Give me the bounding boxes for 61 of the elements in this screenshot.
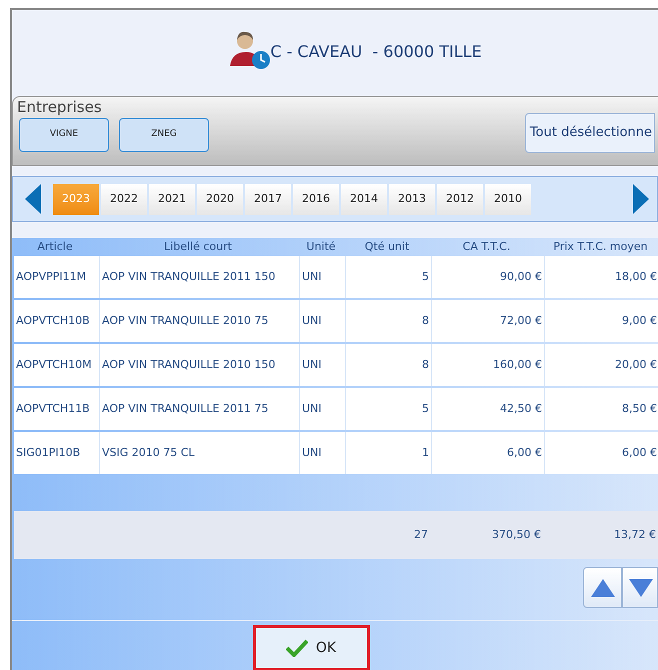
- table-cell: 90,00 €: [432, 256, 545, 298]
- year-tab[interactable]: 2017: [245, 184, 291, 214]
- table-cell: UNI: [300, 432, 346, 474]
- down-arrow-icon: [629, 578, 653, 596]
- table-cell: 20,00 €: [545, 344, 658, 386]
- table-cell: 8: [346, 344, 432, 386]
- table-cell: AOP VIN TRANQUILLE 2010 150: [100, 344, 300, 386]
- column-header: Prix T.T.C. moyen: [552, 239, 649, 255]
- panel-title: Entreprises: [16, 97, 103, 117]
- year-tab[interactable]: 2014: [341, 184, 387, 214]
- table-cell: UNI: [300, 300, 346, 342]
- table-cell: 160,00 €: [432, 344, 545, 386]
- table-cell: 72,00 €: [432, 300, 545, 342]
- year-tab[interactable]: 2010: [485, 184, 531, 214]
- table-cell: 5: [346, 388, 432, 430]
- year-tab[interactable]: 2020: [197, 184, 243, 214]
- column-header: Article: [36, 239, 74, 255]
- table-cell: AOPVTCH11B: [14, 388, 100, 430]
- table-cell: VSIG 2010 75 CL: [100, 432, 300, 474]
- table-cell: 6,00 €: [545, 432, 658, 474]
- year-tab[interactable]: 2012: [437, 184, 483, 214]
- scroll-down-button[interactable]: [622, 567, 658, 608]
- table-cell: 1: [346, 432, 432, 474]
- year-tab[interactable]: 2021: [149, 184, 195, 214]
- column-header: Qté unit: [364, 239, 410, 255]
- table-cell: AOP VIN TRANQUILLE 2011 75: [100, 388, 300, 430]
- table-cell: AOP VIN TRANQUILLE 2011 150: [100, 256, 300, 298]
- company-button[interactable]: VIGNE: [19, 118, 109, 152]
- year-tab[interactable]: 2022: [101, 184, 147, 214]
- total-quantity: 27: [413, 526, 429, 543]
- table-cell: UNI: [300, 256, 346, 298]
- scroll-up-button[interactable]: [583, 567, 622, 608]
- column-header: Unité: [305, 239, 337, 255]
- checkmark-icon: [286, 639, 308, 657]
- table-cell: AOP VIN TRANQUILLE 2010 75: [100, 300, 300, 342]
- table-cell: 5: [346, 256, 432, 298]
- up-arrow-icon: [590, 578, 614, 596]
- ok-button[interactable]: OK: [252, 625, 370, 670]
- table-cell: 18,00 €: [545, 256, 658, 298]
- table-cell: SIG01PI10B: [14, 432, 100, 474]
- table-cell: 9,00 €: [545, 300, 658, 342]
- total-revenue: 370,50 €: [491, 526, 542, 543]
- table-cell: AOPVTCH10B: [14, 300, 100, 342]
- window-title: C - CAVEAU - 60000 TILLE: [270, 41, 482, 63]
- table-cell: UNI: [300, 388, 346, 430]
- year-tab[interactable]: 2013: [389, 184, 435, 214]
- table-cell: 42,50 €: [432, 388, 545, 430]
- deselect-all-button[interactable]: Tout désélectionne: [524, 113, 655, 153]
- table-cell: 8,50 €: [545, 388, 658, 430]
- table-cell: AOPVTCH10M: [14, 344, 100, 386]
- table-cell: 6,00 €: [432, 432, 545, 474]
- next-icon[interactable]: [633, 184, 649, 214]
- previous-icon[interactable]: [25, 184, 41, 214]
- average-price: 13,72 €: [613, 526, 657, 543]
- table-cell: AOPVPPI11M: [14, 256, 100, 298]
- table-cell: UNI: [300, 344, 346, 386]
- column-header: Libellé court: [163, 239, 233, 255]
- company-button[interactable]: ZNEG: [119, 118, 209, 152]
- column-header: CA T.T.C.: [462, 239, 512, 255]
- year-tab[interactable]: 2016: [293, 184, 339, 214]
- table-cell: 8: [346, 300, 432, 342]
